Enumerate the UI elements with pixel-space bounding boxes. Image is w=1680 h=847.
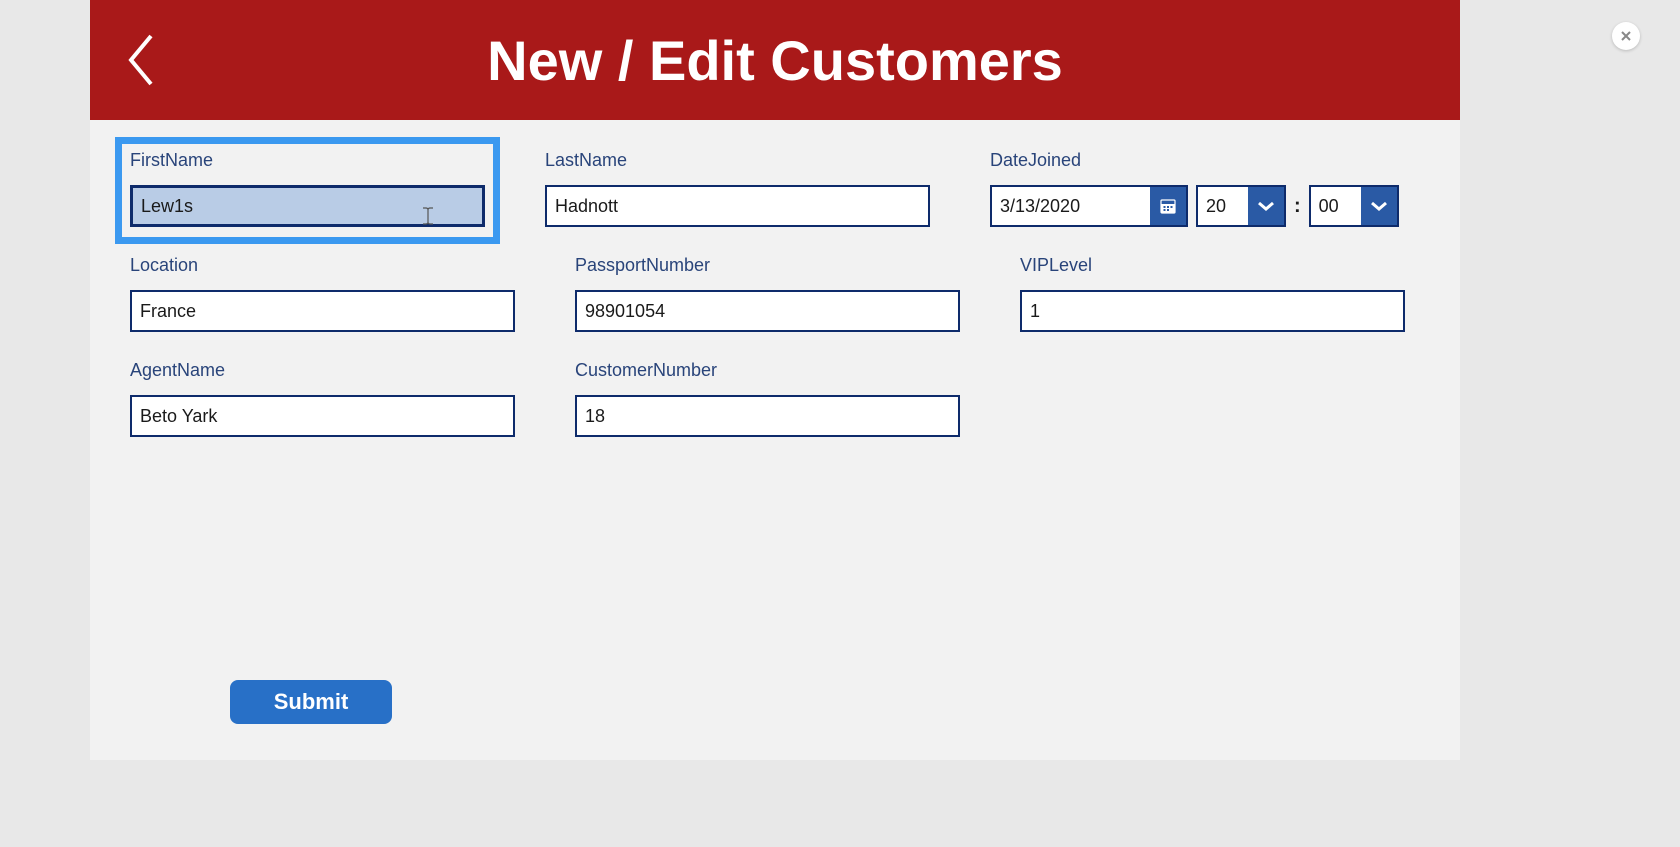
- lastname-field-container: LastName: [545, 150, 930, 227]
- submit-button[interactable]: Submit: [230, 680, 392, 724]
- customernumber-label: CustomerNumber: [575, 360, 960, 381]
- customernumber-field-container: CustomerNumber: [575, 360, 960, 437]
- agentname-input[interactable]: [130, 395, 515, 437]
- calendar-icon: [1159, 197, 1177, 215]
- datejoined-label: DateJoined: [990, 150, 1375, 171]
- datepicker-button[interactable]: [1150, 187, 1186, 225]
- firstname-label: FirstName: [130, 150, 485, 171]
- lastname-label: LastName: [545, 150, 930, 171]
- viplevel-label: VIPLevel: [1020, 255, 1405, 276]
- hour-select[interactable]: 20: [1196, 185, 1286, 227]
- firstname-field-container: FirstName: [115, 137, 500, 244]
- datejoined-group: 20 : 00: [990, 185, 1375, 227]
- datejoined-field-container: DateJoined: [990, 150, 1375, 227]
- location-label: Location: [130, 255, 515, 276]
- datejoined-date-input[interactable]: [992, 187, 1150, 225]
- chevron-down-icon: [1369, 200, 1389, 212]
- close-icon: [1620, 30, 1632, 42]
- location-field-container: Location: [130, 255, 515, 332]
- customernumber-input[interactable]: [575, 395, 960, 437]
- location-input[interactable]: [130, 290, 515, 332]
- agentname-label: AgentName: [130, 360, 515, 381]
- firstname-input[interactable]: [130, 185, 485, 227]
- minute-dropdown-button[interactable]: [1361, 187, 1397, 225]
- viplevel-input[interactable]: [1020, 290, 1405, 332]
- customer-form-modal: New / Edit Customers FirstName LastName …: [90, 0, 1460, 760]
- form-row: FirstName LastName DateJoined: [130, 150, 1420, 227]
- time-separator: :: [1294, 195, 1301, 218]
- form-row: AgentName CustomerNumber: [130, 360, 1420, 437]
- modal-header: New / Edit Customers: [90, 0, 1460, 120]
- minute-value: 00: [1311, 187, 1361, 225]
- form-row: Location PassportNumber VIPLevel: [130, 255, 1420, 332]
- hour-dropdown-button[interactable]: [1248, 187, 1284, 225]
- page-title: New / Edit Customers: [120, 28, 1430, 93]
- passportnumber-label: PassportNumber: [575, 255, 960, 276]
- hour-value: 20: [1198, 187, 1248, 225]
- passportnumber-field-container: PassportNumber: [575, 255, 960, 332]
- close-button[interactable]: [1612, 22, 1640, 50]
- viplevel-field-container: VIPLevel: [1020, 255, 1405, 332]
- date-input-wrap: [990, 185, 1188, 227]
- lastname-input[interactable]: [545, 185, 930, 227]
- passportnumber-input[interactable]: [575, 290, 960, 332]
- minute-select[interactable]: 00: [1309, 185, 1399, 227]
- agentname-field-container: AgentName: [130, 360, 515, 437]
- form-area: FirstName LastName DateJoined: [90, 120, 1460, 495]
- chevron-down-icon: [1256, 200, 1276, 212]
